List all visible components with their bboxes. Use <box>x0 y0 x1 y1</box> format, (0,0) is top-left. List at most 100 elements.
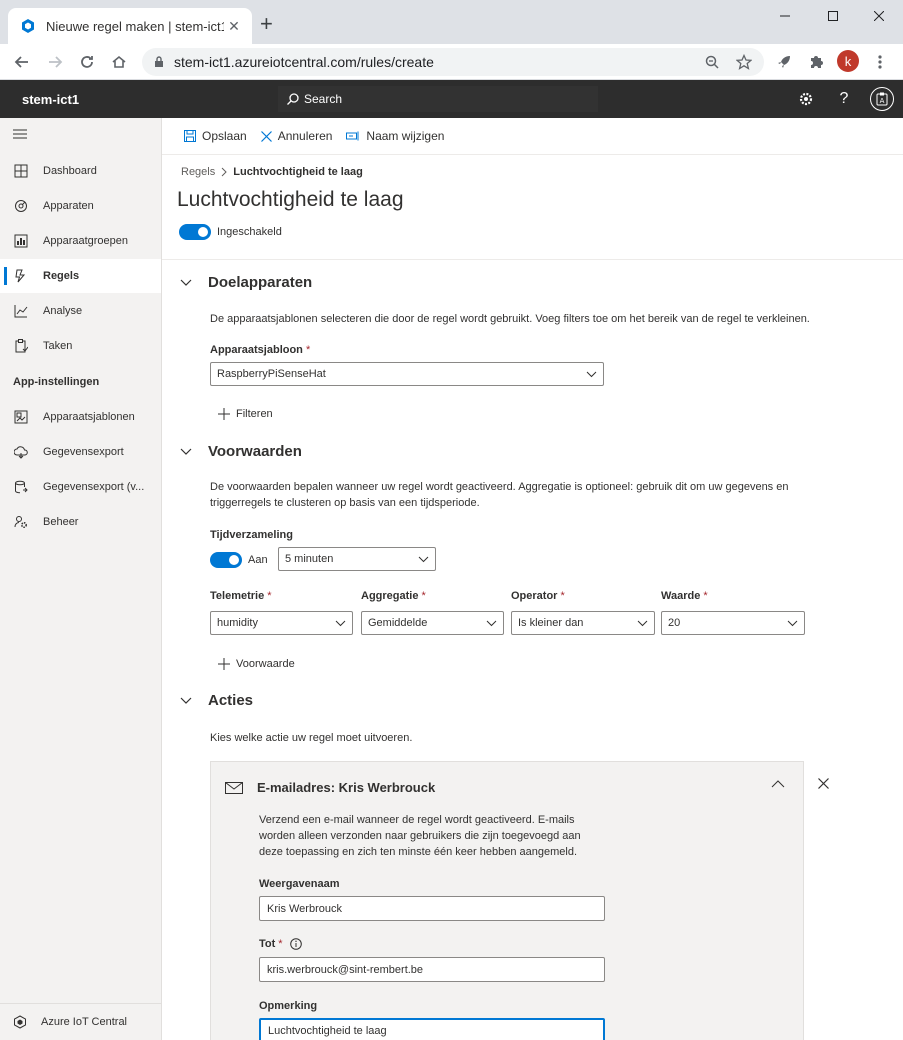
app-name[interactable]: stem-ict1 <box>22 92 79 107</box>
back-icon[interactable] <box>10 50 34 74</box>
email-action-header[interactable]: E-mailadres: Kris Werbrouck <box>225 780 435 795</box>
section-target-devices-header[interactable]: Doelapparaten <box>180 274 312 291</box>
breadcrumb: Regels Luchtvochtigheid te laag <box>181 166 363 178</box>
sidebar-item-device-templates[interactable]: Apparaatsjablonen <box>0 400 161 434</box>
tab-close-icon[interactable]: ✕ <box>224 16 244 36</box>
conditions-description: De voorwaarden bepalen wanneer uw regel … <box>210 479 788 511</box>
aggregation-dropdown[interactable]: Gemiddelde <box>361 611 504 635</box>
search-box[interactable]: Search <box>278 86 598 112</box>
time-aggregation-toggle[interactable] <box>210 552 242 568</box>
search-label: Search <box>304 92 343 106</box>
cancel-icon <box>260 130 272 142</box>
breadcrumb-parent-link[interactable]: Regels <box>181 166 215 178</box>
rename-icon <box>346 131 360 141</box>
enabled-toggle[interactable] <box>179 224 211 240</box>
device-template-dropdown[interactable]: RaspberryPiSenseHat <box>210 362 604 386</box>
actions-description: Kies welke actie uw regel moet uitvoeren… <box>210 732 413 744</box>
iot-central-logo-icon <box>13 1015 27 1029</box>
browser-toolbar: stem-ict1.azureiotcentral.com/rules/crea… <box>0 44 903 80</box>
browser-tab[interactable]: Nieuwe regel maken | stem-ict1 ✕ <box>8 8 252 44</box>
minimize-icon[interactable] <box>762 0 808 32</box>
zoom-icon[interactable] <box>700 50 724 74</box>
sidebar-item-analytics[interactable]: Analyse <box>0 294 161 328</box>
profile-avatar[interactable]: k <box>837 50 859 72</box>
sidebar-item-devices[interactable]: Apparaten <box>0 189 161 223</box>
data-export-icon <box>13 444 29 460</box>
rocket-extension-icon[interactable] <box>772 50 796 74</box>
sidebar-item-jobs[interactable]: Taken <box>0 329 161 363</box>
cancel-label: Annuleren <box>277 129 333 143</box>
search-icon <box>286 92 300 106</box>
sidebar-item-administration[interactable]: Beheer <box>0 505 161 539</box>
extensions-puzzle-icon[interactable] <box>804 50 828 74</box>
cancel-button[interactable]: Annuleren <box>260 129 333 143</box>
window-close-icon[interactable] <box>856 0 902 32</box>
help-icon[interactable]: ? <box>834 89 854 109</box>
display-name-input[interactable]: Kris Werbrouck <box>259 896 605 921</box>
sidebar-item-label: Analyse <box>43 305 83 317</box>
remove-action-close-icon[interactable] <box>818 778 829 789</box>
data-export-legacy-icon <box>13 479 29 495</box>
bookmark-star-icon[interactable] <box>732 50 756 74</box>
analytics-icon <box>13 303 29 319</box>
chevron-down-icon <box>180 279 192 287</box>
page-title: Luchtvochtigheid te laag <box>177 188 404 211</box>
section-conditions-header[interactable]: Voorwaarden <box>180 443 302 460</box>
section-actions-header[interactable]: Acties <box>180 692 253 709</box>
chevron-down-icon <box>586 371 597 378</box>
sidebar-item-data-export[interactable]: Gegevensexport <box>0 435 161 469</box>
section-title: Doelapparaten <box>208 274 313 291</box>
target-description: De apparaatsjablonen selecteren die door… <box>210 313 810 325</box>
dropdown-value: Gemiddelde <box>368 617 428 629</box>
telemetry-label-text: Telemetrie <box>210 590 265 602</box>
sidebar-footer[interactable]: Azure IoT Central <box>0 1003 161 1040</box>
required-mark: * <box>703 590 708 602</box>
user-account-icon[interactable]: A <box>870 87 894 111</box>
required-mark: * <box>305 344 311 356</box>
to-email-input[interactable]: kris.werbrouck@sint-rembert.be <box>259 957 605 982</box>
note-input[interactable]: Luchtvochtigheid te laag <box>259 1018 605 1040</box>
to-label-text: Tot <box>259 938 276 950</box>
value-combobox[interactable]: 20 <box>661 611 805 635</box>
rename-button[interactable]: Naam wijzigen <box>346 129 444 143</box>
settings-gear-icon[interactable] <box>796 89 816 109</box>
sidebar-item-dashboard[interactable]: Dashboard <box>0 154 161 188</box>
note-label: Opmerking <box>259 1000 318 1012</box>
home-icon[interactable] <box>107 50 131 74</box>
sidebar-item-label: Apparaatsjablonen <box>43 411 135 423</box>
enabled-label: Ingeschakeld <box>217 226 282 238</box>
chevron-up-icon[interactable] <box>771 780 785 788</box>
browser-menu-icon[interactable] <box>868 50 892 74</box>
to-label: Tot * <box>259 938 302 950</box>
chevron-down-icon <box>335 620 346 627</box>
tab-title: Nieuwe regel maken | stem-ict1 <box>46 18 224 34</box>
enabled-toggle-row: Ingeschakeld <box>179 224 282 240</box>
info-icon[interactable] <box>289 938 302 950</box>
sidebar-item-rules[interactable]: Regels <box>0 259 161 293</box>
time-window-dropdown[interactable]: 5 minuten <box>278 547 436 571</box>
operator-dropdown[interactable]: Is kleiner dan <box>511 611 655 635</box>
maximize-icon[interactable] <box>810 0 856 32</box>
sidebar-item-data-export-legacy[interactable]: Gegevensexport (v... <box>0 470 161 504</box>
telemetry-dropdown[interactable]: humidity <box>210 611 353 635</box>
reload-icon[interactable] <box>75 50 99 74</box>
add-filter-label: Filteren <box>236 408 273 420</box>
dashboard-icon <box>13 163 29 179</box>
chevron-down-icon <box>486 620 497 627</box>
forward-icon[interactable] <box>43 50 67 74</box>
add-filter-button[interactable]: Filteren <box>218 408 273 420</box>
chevron-down-icon <box>180 697 192 705</box>
add-condition-label: Voorwaarde <box>236 658 295 670</box>
add-condition-button[interactable]: Voorwaarde <box>218 658 295 670</box>
browser-tab-bar: Nieuwe regel maken | stem-ict1 ✕ + <box>0 0 903 44</box>
chevron-down-icon <box>180 448 192 456</box>
save-button[interactable]: Opslaan <box>184 129 247 143</box>
address-bar[interactable]: stem-ict1.azureiotcentral.com/rules/crea… <box>142 48 764 76</box>
add-icon <box>218 408 230 420</box>
hamburger-menu-icon[interactable] <box>13 129 27 139</box>
operator-label-text: Operator <box>511 590 558 602</box>
new-tab-icon[interactable]: + <box>260 13 273 35</box>
email-action-description-line: deze toepassing en zich ten minste één k… <box>259 846 577 858</box>
aggregation-label: Aggregatie * <box>361 590 426 602</box>
sidebar-item-device-groups[interactable]: Apparaatgroepen <box>0 224 161 258</box>
